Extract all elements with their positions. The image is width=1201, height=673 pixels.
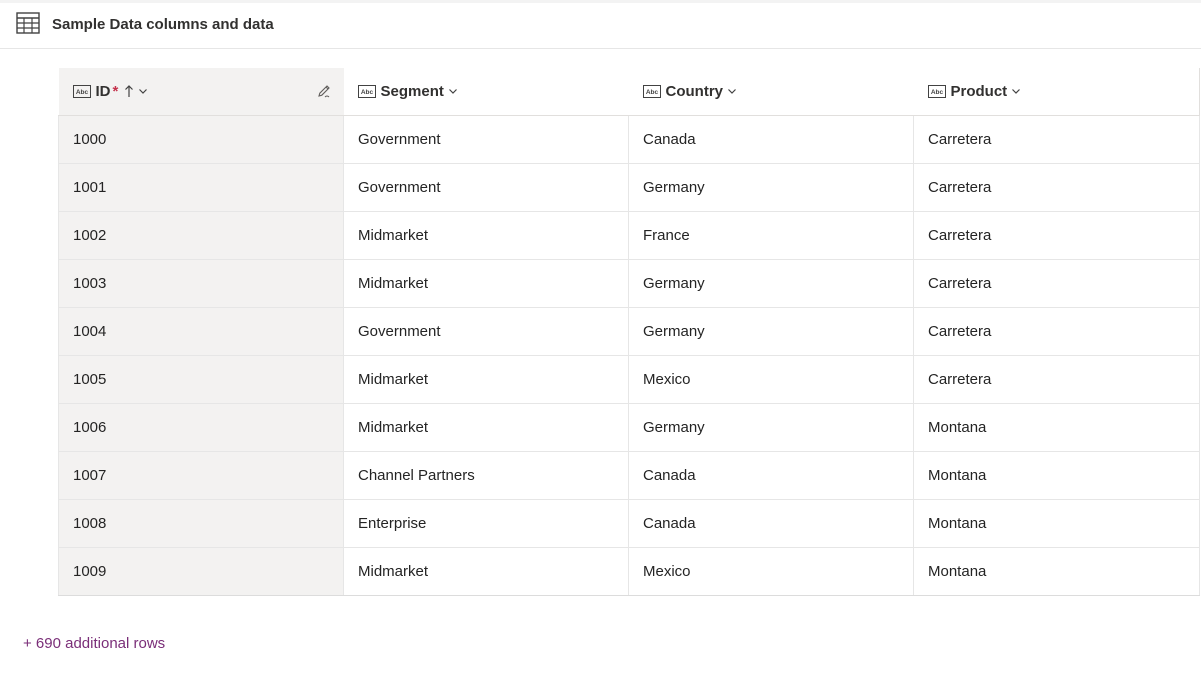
cell-segment[interactable]: Midmarket <box>343 355 629 404</box>
cell-id[interactable]: 1000 <box>58 115 344 164</box>
table-row[interactable]: 1008 Enterprise Canada Montana <box>58 499 1200 548</box>
cell-product[interactable]: Montana <box>913 451 1200 500</box>
cell-country[interactable]: Canada <box>628 115 914 164</box>
cell-id[interactable]: 1006 <box>58 403 344 452</box>
text-type-icon: Abc <box>357 84 376 98</box>
cell-id[interactable]: 1009 <box>58 547 344 596</box>
table-row[interactable]: 1006 Midmarket Germany Montana <box>58 403 1200 452</box>
column-header-label: ID <box>95 82 111 100</box>
table-row[interactable]: 1009 Midmarket Mexico Montana <box>58 547 1200 596</box>
cell-product[interactable]: Montana <box>913 403 1200 452</box>
cell-id[interactable]: 1003 <box>58 259 344 308</box>
column-header-product[interactable]: Abc Product <box>913 68 1200 116</box>
cell-segment[interactable]: Government <box>343 307 629 356</box>
cell-id[interactable]: 1008 <box>58 499 344 548</box>
cell-id[interactable]: 1001 <box>58 163 344 212</box>
table-row[interactable]: 1003 Midmarket Germany Carretera <box>58 259 1200 308</box>
required-marker: * <box>112 82 119 100</box>
cell-id[interactable]: 1002 <box>58 211 344 260</box>
chevron-down-icon[interactable] <box>448 86 458 96</box>
cell-country[interactable]: Mexico <box>628 547 914 596</box>
chevron-down-icon[interactable] <box>138 86 148 96</box>
column-header-label: Product <box>950 82 1008 100</box>
cell-product[interactable]: Carretera <box>913 355 1200 404</box>
cell-country[interactable]: Germany <box>628 259 914 308</box>
table-row[interactable]: 1001 Government Germany Carretera <box>58 163 1200 212</box>
cell-country[interactable]: Mexico <box>628 355 914 404</box>
column-header-label: Segment <box>380 82 444 100</box>
cell-product[interactable]: Carretera <box>913 307 1200 356</box>
cell-segment[interactable]: Channel Partners <box>343 451 629 500</box>
svg-text:Abc: Abc <box>360 89 373 96</box>
column-header-label: Country <box>665 82 724 100</box>
table-row[interactable]: 1004 Government Germany Carretera <box>58 307 1200 356</box>
sort-ascending-icon <box>125 85 134 98</box>
additional-rows-link[interactable]: + 690 additional rows <box>23 635 165 652</box>
svg-text:Abc: Abc <box>75 89 88 96</box>
edit-pencil-icon[interactable] <box>316 83 332 99</box>
cell-segment[interactable]: Midmarket <box>343 547 629 596</box>
cell-segment[interactable]: Government <box>343 115 629 164</box>
cell-country[interactable]: Germany <box>628 307 914 356</box>
page-header: Sample Data columns and data <box>0 0 1201 49</box>
cell-segment[interactable]: Enterprise <box>343 499 629 548</box>
text-type-icon: Abc <box>72 84 91 98</box>
cell-id[interactable]: 1004 <box>58 307 344 356</box>
cell-country[interactable]: Germany <box>628 403 914 452</box>
chevron-down-icon[interactable] <box>1011 86 1021 96</box>
cell-id[interactable]: 1007 <box>58 451 344 500</box>
column-header-segment[interactable]: Abc Segment <box>343 68 629 116</box>
cell-product[interactable]: Carretera <box>913 259 1200 308</box>
table-row[interactable]: 1007 Channel Partners Canada Montana <box>58 451 1200 500</box>
page-title: Sample Data columns and data <box>52 16 274 33</box>
data-grid: Abc ID * Abc Segment Abc Country Abc Pro… <box>58 68 1200 596</box>
header-row: Abc ID * Abc Segment Abc Country Abc Pro… <box>58 68 1200 116</box>
cell-segment[interactable]: Midmarket <box>343 403 629 452</box>
cell-country[interactable]: France <box>628 211 914 260</box>
cell-product[interactable]: Montana <box>913 499 1200 548</box>
cell-id[interactable]: 1005 <box>58 355 344 404</box>
cell-segment[interactable]: Midmarket <box>343 211 629 260</box>
cell-country[interactable]: Canada <box>628 451 914 500</box>
cell-product[interactable]: Carretera <box>913 163 1200 212</box>
cell-segment[interactable]: Midmarket <box>343 259 629 308</box>
table-row[interactable]: 1002 Midmarket France Carretera <box>58 211 1200 260</box>
cell-product[interactable]: Carretera <box>913 211 1200 260</box>
chevron-down-icon[interactable] <box>727 86 737 96</box>
cell-country[interactable]: Canada <box>628 499 914 548</box>
column-header-id[interactable]: Abc ID * <box>58 68 344 116</box>
svg-text:Abc: Abc <box>930 89 943 96</box>
table-row[interactable]: 1005 Midmarket Mexico Carretera <box>58 355 1200 404</box>
cell-product[interactable]: Carretera <box>913 115 1200 164</box>
cell-product[interactable]: Montana <box>913 547 1200 596</box>
text-type-icon: Abc <box>642 84 661 98</box>
cell-country[interactable]: Germany <box>628 163 914 212</box>
table-icon <box>16 12 40 34</box>
text-type-icon: Abc <box>927 84 946 98</box>
cell-segment[interactable]: Government <box>343 163 629 212</box>
table-row[interactable]: 1000 Government Canada Carretera <box>58 115 1200 164</box>
svg-text:Abc: Abc <box>645 89 658 96</box>
column-header-country[interactable]: Abc Country <box>628 68 914 116</box>
